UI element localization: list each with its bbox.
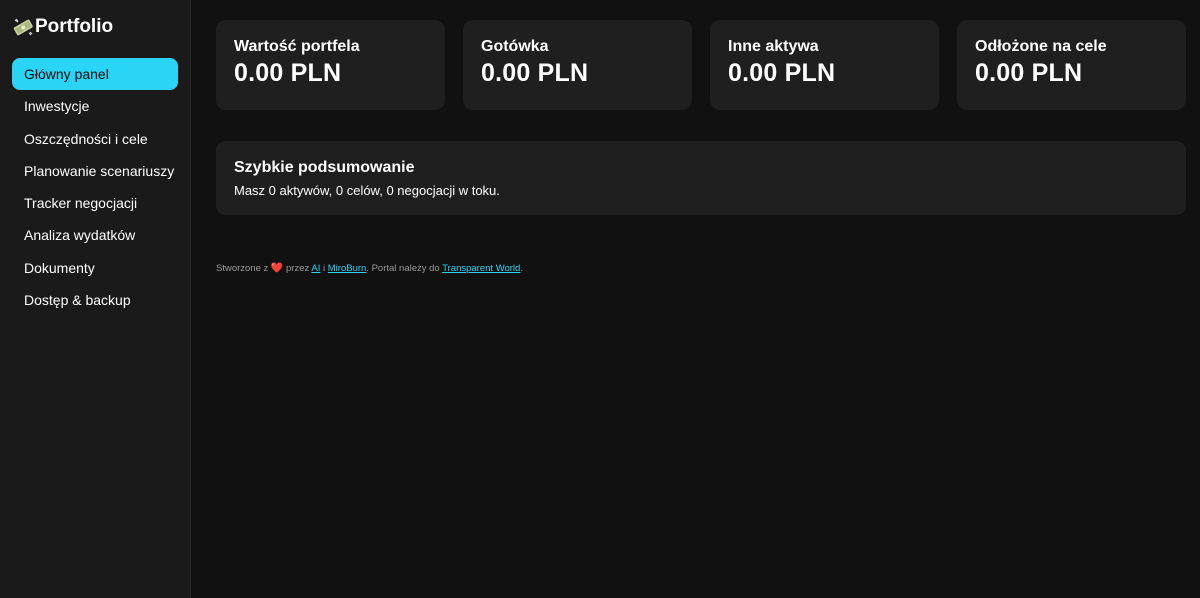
sidebar-item-dashboard[interactable]: Główny panel	[12, 58, 178, 90]
stat-card-value: 0.00 PLN	[975, 59, 1083, 87]
quick-summary-panel: Szybkie podsumowanie Masz 0 aktywów, 0 c…	[216, 141, 1186, 215]
sidebar-item-negotiation-tracker[interactable]: Tracker negocjacji	[12, 187, 178, 219]
stat-cards: Wartość portfela 0.00 PLN Gotówka 0.00 P…	[216, 20, 1187, 110]
stat-card-label: Odłożone na cele	[975, 38, 1107, 55]
footer-link-transparent-world[interactable]: Transparent World	[442, 263, 520, 274]
stat-card-cash: Gotówka 0.00 PLN	[463, 20, 692, 110]
sidebar-item-documents[interactable]: Dokumenty	[12, 252, 178, 284]
sidebar-item-investments[interactable]: Inwestycje	[12, 90, 178, 122]
heart-icon: ❤️	[270, 263, 284, 274]
brand-title: Portfolio	[35, 16, 114, 37]
footer-middle: . Portal należy do	[366, 263, 440, 274]
sidebar-item-expense-analysis[interactable]: Analiza wydatków	[12, 219, 178, 251]
stat-card-value: 0.00 PLN	[481, 59, 589, 87]
quick-summary-title: Szybkie podsumowanie	[234, 159, 415, 176]
sidebar-nav: Główny panel Inwestycje Oszczędności i c…	[12, 58, 178, 316]
stat-card-value: 0.00 PLN	[234, 59, 342, 87]
footer-suffix: .	[520, 263, 523, 274]
footer-by: przez	[286, 263, 310, 274]
stat-card-portfolio-value: Wartość portfela 0.00 PLN	[216, 20, 445, 110]
footer-prefix: Stworzone z	[216, 263, 269, 274]
sidebar: Portfolio Główny panel Inwestycje Oszczę…	[0, 0, 191, 598]
money-icon	[12, 16, 34, 38]
sidebar-item-access-backup[interactable]: Dostęp & backup	[12, 284, 178, 316]
quick-summary-text: Masz 0 aktywów, 0 celów, 0 negocjacji w …	[234, 183, 500, 198]
main-content: Wartość portfela 0.00 PLN Gotówka 0.00 P…	[191, 0, 1200, 598]
brand: Portfolio	[12, 14, 178, 40]
sidebar-item-savings-goals[interactable]: Oszczędności i cele	[12, 123, 178, 155]
footer-link-miroburn[interactable]: MiroBurn	[328, 263, 367, 274]
sidebar-item-scenario-planning[interactable]: Planowanie scenariuszy	[12, 155, 178, 187]
stat-card-value: 0.00 PLN	[728, 59, 836, 87]
app-root: Portfolio Główny panel Inwestycje Oszczę…	[0, 0, 1200, 598]
footer: Stworzone z ❤️ przez AI i MiroBurn. Port…	[216, 263, 1187, 274]
stat-card-saved-for-goals: Odłożone na cele 0.00 PLN	[957, 20, 1186, 110]
footer-link-ai[interactable]: AI	[311, 263, 320, 274]
stat-card-label: Wartość portfela	[234, 38, 360, 55]
footer-and: i	[323, 263, 326, 274]
stat-card-other-assets: Inne aktywa 0.00 PLN	[710, 20, 939, 110]
stat-card-label: Gotówka	[481, 38, 549, 55]
stat-card-label: Inne aktywa	[728, 38, 819, 55]
